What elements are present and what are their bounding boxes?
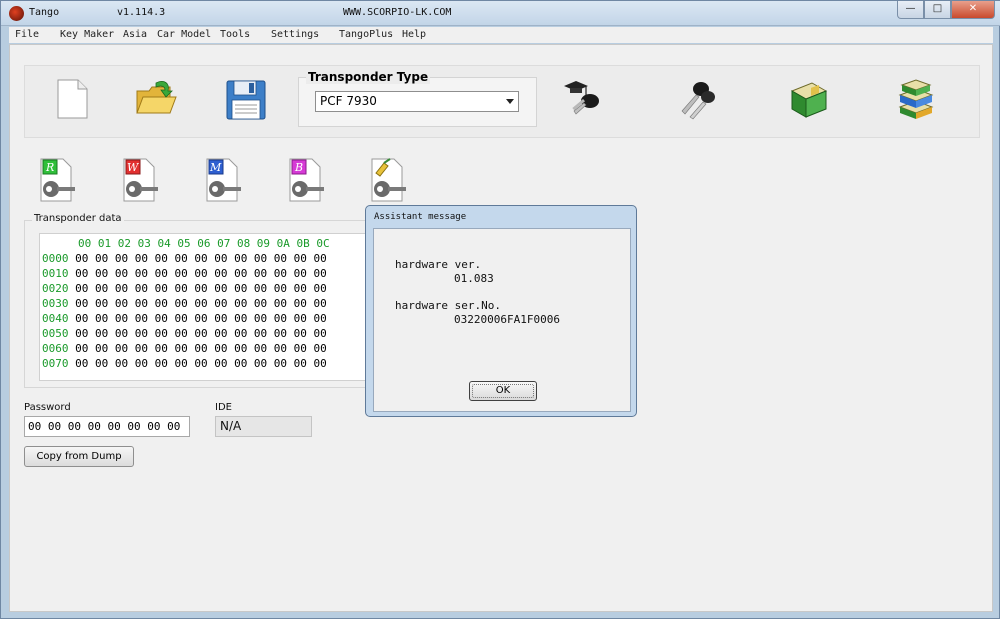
chevron-down-icon[interactable] <box>506 99 514 104</box>
window-controls: — □ ✕ <box>897 1 995 19</box>
menu-tools[interactable]: Tools <box>220 29 250 40</box>
table-row: 0010 00 00 00 00 00 00 00 00 00 00 00 00… <box>42 267 327 280</box>
read-letter: R <box>45 161 54 174</box>
window-title: Tango <box>29 7 60 18</box>
transponder-type-label: Transponder Type <box>306 70 431 84</box>
clear-key-icon[interactable] <box>368 157 408 203</box>
write-letter: W <box>127 161 140 174</box>
memory-key-icon[interactable]: M <box>203 157 243 203</box>
book-icon[interactable] <box>786 77 830 121</box>
table-row: 0030 00 00 00 00 00 00 00 00 00 00 00 00… <box>42 297 327 310</box>
new-file-icon[interactable] <box>50 77 94 121</box>
transponder-type-value: PCF 7930 <box>320 94 377 108</box>
save-icon[interactable] <box>224 77 268 121</box>
menu-car-model[interactable]: Car Model <box>157 29 211 40</box>
ide-label: IDE <box>215 402 232 413</box>
backup-letter: B <box>294 161 303 174</box>
menu-tangoplus[interactable]: TangoPlus <box>339 29 393 40</box>
menu-file[interactable]: File <box>15 29 39 40</box>
menu-bar: File Key Maker Asia Car Model Tools Sett… <box>9 27 993 43</box>
main-window: Tango v1.114.3 WWW.SCORPIO-LK.COM — □ ✕ … <box>0 0 1000 619</box>
write-key-icon[interactable]: W <box>120 157 160 203</box>
table-row: 0050 00 00 00 00 00 00 00 00 00 00 00 00… <box>42 327 327 340</box>
dialog-body: hardware ver. 01.083 hardware ser.No. 03… <box>373 228 631 412</box>
menu-key-maker[interactable]: Key Maker <box>60 29 114 40</box>
title-bar[interactable]: Tango v1.114.3 WWW.SCORPIO-LK.COM — □ ✕ <box>1 1 1000 26</box>
dialog-title: Assistant message <box>374 212 467 222</box>
ide-field: N/A <box>215 416 312 437</box>
hardware-serial-value: 03220006FA1F0006 <box>454 313 560 326</box>
version-text: v1.114.3 <box>117 7 166 18</box>
open-folder-icon[interactable] <box>134 77 178 121</box>
close-button[interactable]: ✕ <box>951 1 995 19</box>
read-key-icon[interactable]: R <box>37 157 77 203</box>
assistant-dialog: Assistant message hardware ver. 01.083 h… <box>365 205 637 417</box>
keys-icon[interactable] <box>674 77 718 121</box>
books-stack-icon[interactable] <box>894 77 938 121</box>
ok-button[interactable]: OK <box>469 381 537 401</box>
menu-asia[interactable]: Asia <box>123 29 147 40</box>
table-row: 0000 00 00 00 00 00 00 00 00 00 00 00 00… <box>42 252 327 265</box>
maximize-button[interactable]: □ <box>924 1 951 19</box>
table-row: 0070 00 00 00 00 00 00 00 00 00 00 00 00… <box>42 357 327 370</box>
minimize-button[interactable]: — <box>897 1 924 19</box>
hardware-version-label: hardware ver. <box>395 258 482 271</box>
hardware-version-value: 01.083 <box>454 272 494 285</box>
password-label: Password <box>24 402 71 413</box>
copy-from-dump-button[interactable]: Copy from Dump <box>24 446 134 467</box>
table-row: 0060 00 00 00 00 00 00 00 00 00 00 00 00… <box>42 342 327 355</box>
key-learn-icon[interactable] <box>560 77 604 121</box>
app-logo-icon <box>9 6 24 21</box>
hardware-serial-label: hardware ser.No. <box>395 299 501 312</box>
transponder-type-select[interactable]: PCF 7930 <box>315 91 519 112</box>
table-row: 0040 00 00 00 00 00 00 00 00 00 00 00 00… <box>42 312 327 325</box>
memory-letter: M <box>209 161 222 174</box>
table-row: 0020 00 00 00 00 00 00 00 00 00 00 00 00… <box>42 282 327 295</box>
hex-column-header: 00 01 02 03 04 05 06 07 08 09 0A 0B 0C <box>78 237 330 250</box>
backup-key-icon[interactable]: B <box>286 157 326 203</box>
transponder-data-label: Transponder data <box>32 213 124 224</box>
password-input[interactable]: 00 00 00 00 00 00 00 00 <box>24 416 190 437</box>
site-url: WWW.SCORPIO-LK.COM <box>343 7 452 18</box>
hex-dump-view[interactable]: 00 01 02 03 04 05 06 07 08 09 0A 0B 0C 0… <box>39 233 379 381</box>
menu-settings[interactable]: Settings <box>271 29 319 40</box>
menu-help[interactable]: Help <box>402 29 426 40</box>
